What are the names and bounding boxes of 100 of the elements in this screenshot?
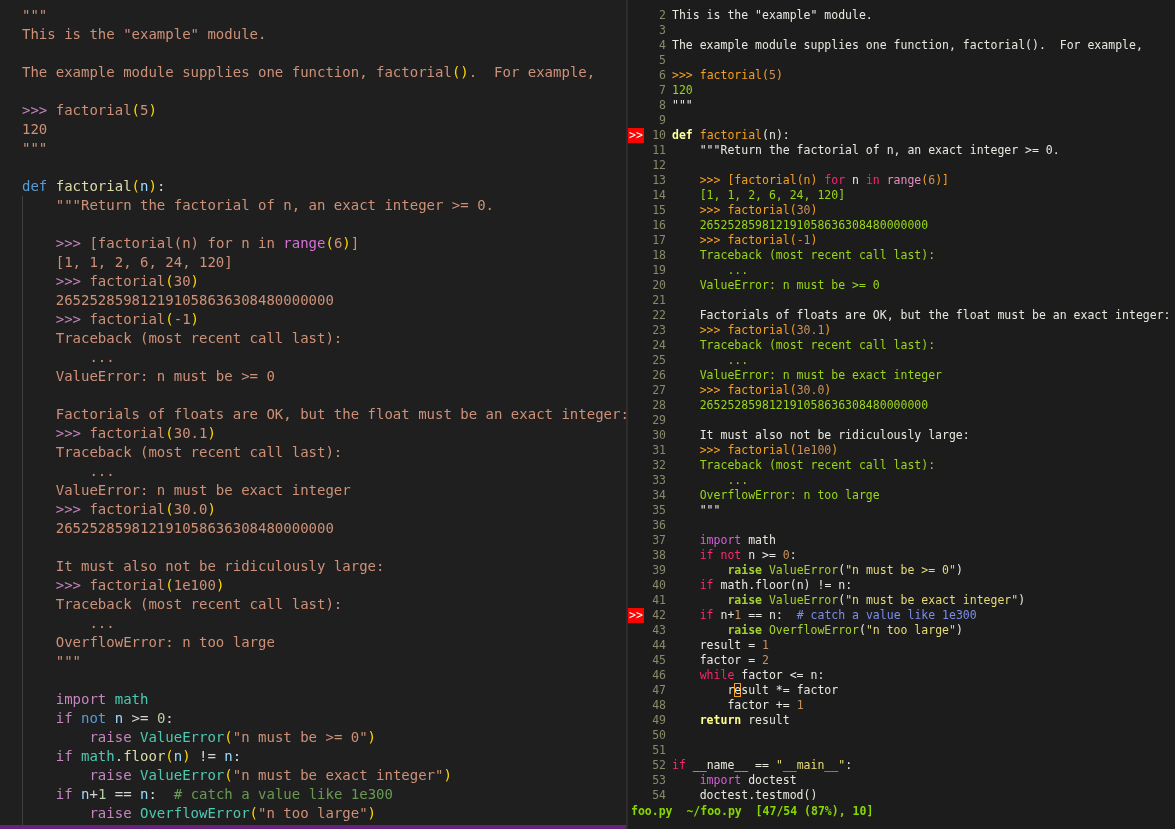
line-number: 34 bbox=[651, 488, 666, 503]
line-number: 47 bbox=[651, 683, 666, 698]
code-line: raise ValueError("n must be exact integer") bbox=[726, 593, 1026, 608]
code-line: 265252859812191058636308480000000 bbox=[698, 398, 929, 413]
line-number: 29 bbox=[651, 413, 666, 428]
line-number: 21 bbox=[651, 293, 666, 308]
line-number: 32 bbox=[651, 458, 666, 473]
code-line: It must also not be ridiculously large: bbox=[54, 557, 385, 576]
code-line: The example module supplies one function, factorial(). For example, bbox=[22, 63, 596, 82]
line-number: 37 bbox=[651, 533, 666, 548]
line-number: 26 bbox=[651, 368, 666, 383]
code-line: [1, 1, 2, 6, 24, 120] bbox=[54, 253, 233, 272]
code-line: """Return the factorial of n, an exact integer >= 0. bbox=[698, 143, 1060, 158]
line-number: 16 bbox=[651, 218, 666, 233]
line-number: 19 bbox=[651, 263, 666, 278]
code-line: raise ValueError("n must be >= 0") bbox=[726, 563, 963, 578]
line-number: 18 bbox=[651, 248, 666, 263]
code-line: >>> [factorial(n) for n in range(6)] bbox=[54, 234, 360, 253]
line-number: 39 bbox=[651, 563, 666, 578]
code-line: factor += 1 bbox=[726, 698, 804, 713]
code-line: if math.floor(n) != n: bbox=[698, 578, 853, 593]
line-number: 45 bbox=[651, 653, 666, 668]
code-line: raise OverflowError("n too large") bbox=[726, 623, 963, 638]
code-line: Traceback (most recent call last): bbox=[54, 443, 343, 462]
line-number: 53 bbox=[651, 773, 666, 788]
line-number: 4 bbox=[658, 38, 666, 53]
code-line: return result bbox=[698, 713, 790, 728]
code-line: import math bbox=[698, 533, 776, 548]
code-line: """ bbox=[22, 139, 48, 158]
code-line: 265252859812191058636308480000000 bbox=[54, 519, 334, 538]
code-line: ValueError: n must be exact integer bbox=[698, 368, 943, 383]
code-line: Factorials of floats are OK, but the float must be an exact integer: bbox=[698, 308, 1171, 323]
code-line: import math bbox=[54, 690, 149, 709]
code-line: 265252859812191058636308480000000 bbox=[698, 218, 929, 233]
code-line: OverflowError: n too large bbox=[698, 488, 880, 503]
code-line: raise ValueError("n must be exact integer") bbox=[88, 766, 452, 785]
line-number: 23 bbox=[651, 323, 666, 338]
code-line: if not n >= 0: bbox=[698, 548, 797, 563]
code-line: >>> factorial(30) bbox=[698, 203, 818, 218]
line-number: 49 bbox=[651, 713, 666, 728]
line-number: 40 bbox=[651, 578, 666, 593]
line-number: 35 bbox=[651, 503, 666, 518]
code-line: if not n >= 0: bbox=[54, 709, 174, 728]
code-line: ... bbox=[88, 614, 115, 633]
line-number: 46 bbox=[651, 668, 666, 683]
line-number: 14 bbox=[651, 188, 666, 203]
code-line: Traceback (most recent call last): bbox=[698, 248, 936, 263]
code-line: if math.floor(n) != n: bbox=[54, 747, 242, 766]
code-line: >>> [factorial(n) for n in range(6)] bbox=[698, 173, 950, 188]
code-line: """ bbox=[54, 652, 81, 671]
line-number: 22 bbox=[651, 308, 666, 323]
code-line: >>> factorial(30.1) bbox=[54, 424, 216, 443]
line-number: 51 bbox=[651, 743, 666, 758]
code-line: import doctest bbox=[698, 773, 797, 788]
line-number: 15 bbox=[651, 203, 666, 218]
line-number: 50 bbox=[651, 728, 666, 743]
line-number: 31 bbox=[651, 443, 666, 458]
code-line: Traceback (most recent call last): bbox=[54, 329, 343, 348]
line-number: 17 bbox=[651, 233, 666, 248]
code-line: It must also not be ridiculously large: bbox=[698, 428, 970, 443]
line-number: 5 bbox=[658, 53, 666, 68]
code-line: """ bbox=[22, 6, 48, 25]
line-number: 43 bbox=[651, 623, 666, 638]
code-line: Traceback (most recent call last): bbox=[54, 595, 343, 614]
line-number: 42 bbox=[651, 608, 666, 623]
code-line: Traceback (most recent call last): bbox=[698, 458, 936, 473]
line-number: 27 bbox=[651, 383, 666, 398]
code-line: ... bbox=[88, 348, 115, 367]
code-line: >>> factorial(1e100) bbox=[54, 576, 225, 595]
code-line: 120 bbox=[672, 83, 693, 98]
line-number: 38 bbox=[651, 548, 666, 563]
code-line: if __name__ == "__main__": bbox=[672, 758, 853, 773]
code-line: if n+1 == n: # catch a value like 1e300 bbox=[698, 608, 977, 623]
line-number: 9 bbox=[658, 113, 666, 128]
code-line: factor = 2 bbox=[698, 653, 769, 668]
code-line: The example module supplies one function, factorial(). For example, bbox=[672, 38, 1143, 53]
line-number: 28 bbox=[651, 398, 666, 413]
line-number: 44 bbox=[651, 638, 666, 653]
code-line: >>> factorial(30.0) bbox=[54, 500, 216, 519]
line-number: 13 bbox=[651, 173, 666, 188]
line-number: 10 bbox=[651, 128, 666, 143]
code-line: raise ValueError("n must be >= 0") bbox=[88, 728, 377, 747]
line-number: 8 bbox=[658, 98, 666, 113]
line-number: 41 bbox=[651, 593, 666, 608]
line-number: 48 bbox=[651, 698, 666, 713]
line-number: 2 bbox=[658, 8, 666, 23]
code-line: This is the "example" module. bbox=[672, 8, 873, 23]
code-line: >>> factorial(30) bbox=[54, 272, 200, 291]
line-number: 6 bbox=[658, 68, 666, 83]
line-number: 33 bbox=[651, 473, 666, 488]
line-number: 24 bbox=[651, 338, 666, 353]
line-number: 20 bbox=[651, 278, 666, 293]
code-line: ValueError: n must be >= 0 bbox=[698, 278, 880, 293]
breakpoint-marker: >> bbox=[628, 128, 644, 143]
line-number: 25 bbox=[651, 353, 666, 368]
code-line: result = 1 bbox=[698, 638, 769, 653]
line-number: 30 bbox=[651, 428, 666, 443]
code-line: """Return the factorial of n, an exact integer >= 0. bbox=[54, 196, 494, 215]
code-line: >>> factorial(5) bbox=[672, 68, 783, 83]
code-line: def factorial(n): bbox=[22, 177, 166, 196]
